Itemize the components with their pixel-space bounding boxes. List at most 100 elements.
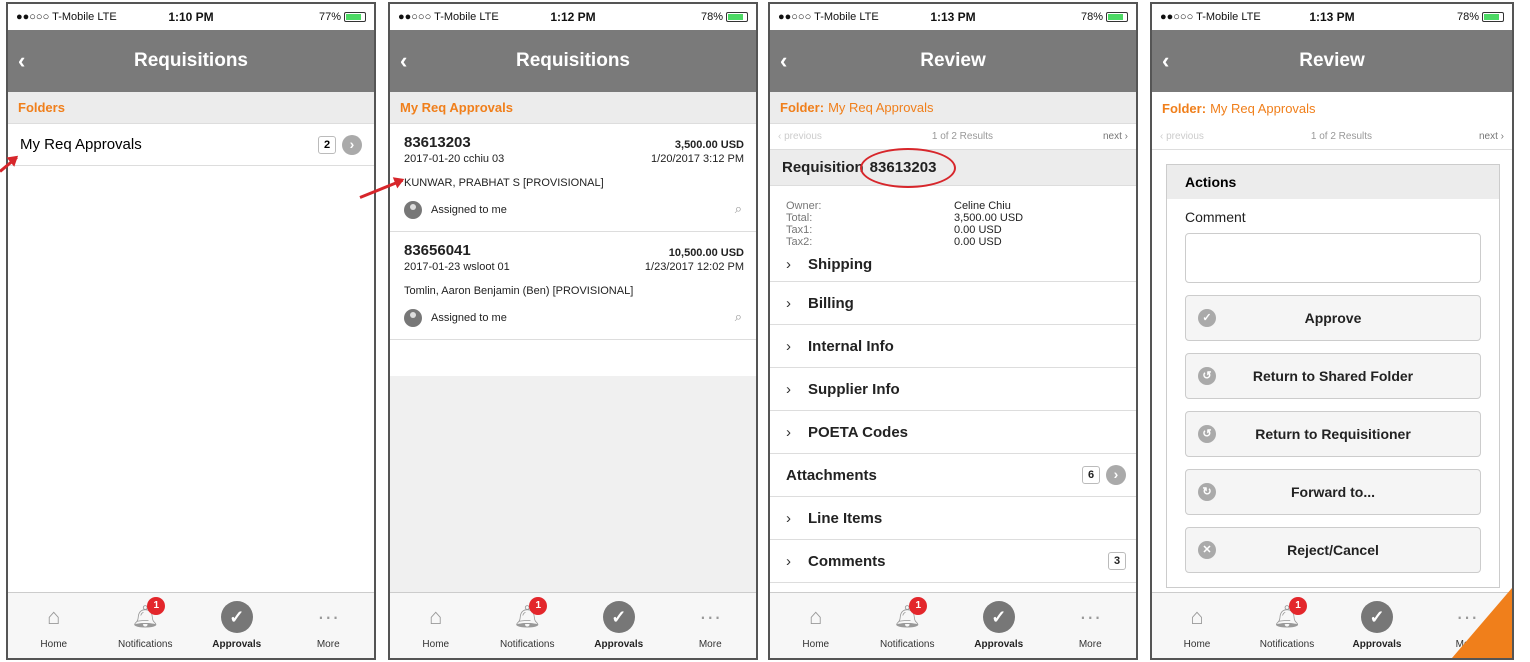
section-comments-label: Comments	[808, 552, 886, 570]
comment-label: Comment	[1185, 209, 1246, 225]
assigned-label: Assigned to me	[431, 204, 507, 216]
tab-home[interactable]: ⌂ Home	[8, 593, 100, 658]
screenshot-stage: ●●○○○ T-Mobile LTE 1:10 PM 77% ‹ Requisi…	[0, 0, 1530, 662]
tab-home-label: Home	[802, 639, 830, 650]
folder-prefix: Folder:	[1162, 100, 1207, 116]
total-value: 3,500.00 USD	[954, 212, 1024, 224]
approve-button[interactable]: ✓ Approve	[1185, 295, 1481, 341]
return-arrow-icon: ↺	[1198, 425, 1216, 443]
comments-count-badge: 3	[1108, 552, 1126, 570]
nav-bar: ‹ Requisitions	[8, 30, 374, 92]
section-header-folders: Folders	[8, 92, 374, 124]
tab-approvals[interactable]: ✓ Approvals	[573, 593, 665, 658]
tab-more[interactable]: ··· More	[283, 593, 375, 658]
forward-to-button[interactable]: ↻ Forward to...	[1185, 469, 1481, 515]
previous-link[interactable]: ‹ previous	[1160, 131, 1204, 142]
page-title: Review	[1299, 50, 1365, 71]
section-comments[interactable]: › Comments 3	[770, 540, 1136, 583]
forward-arrow-icon: ↻	[1198, 483, 1216, 501]
paperclip-icon: ⌕	[734, 201, 742, 216]
tab-approvals[interactable]: ✓ Approvals	[953, 593, 1045, 658]
paperclip-icon: ⌕	[734, 309, 742, 324]
section-supplier-info[interactable]: › Supplier Info	[770, 368, 1136, 411]
pager: ‹ previous 1 of 2 Results next ›	[1152, 124, 1512, 150]
folder-row-my-req-approvals[interactable]: My Req Approvals 2 ›	[8, 124, 374, 166]
section-poeta-codes[interactable]: › POETA Codes	[770, 411, 1136, 454]
tax1-key: Tax1:	[786, 224, 813, 236]
nav-bar: ‹ Review	[770, 30, 1136, 92]
tab-more-label: More	[698, 639, 722, 650]
battery-percent: 78%	[700, 11, 723, 23]
requisitioner-name: Tomlin, Aaron Benjamin (Ben) [PROVISIONA…	[404, 285, 634, 297]
check-circle-icon: ✓	[1198, 309, 1216, 327]
back-chevron-icon[interactable]: ‹	[780, 46, 810, 76]
status-right: 78%	[1008, 11, 1128, 23]
status-right: 77%	[246, 11, 366, 23]
next-link[interactable]: next ›	[1479, 131, 1504, 142]
tab-notifications[interactable]: 🔔︎ 1 Notifications	[100, 593, 192, 658]
back-chevron-icon[interactable]: ‹	[400, 46, 430, 76]
tab-notifications[interactable]: 🔔︎ 1 Notifications	[1242, 593, 1332, 658]
clock: 1:10 PM	[168, 10, 214, 24]
tab-home[interactable]: ⌂ Home	[390, 593, 482, 658]
tab-bar: ⌂ Home 🔔︎ 1 Notifications ✓ Approvals ··…	[770, 592, 1136, 658]
status-right: 78%	[628, 11, 748, 23]
reject-cancel-button[interactable]: ✕ Reject/Cancel	[1185, 527, 1481, 573]
forward-label: Forward to...	[1291, 484, 1375, 500]
reject-label: Reject/Cancel	[1287, 542, 1379, 558]
tab-home[interactable]: ⌂ Home	[1152, 593, 1242, 658]
requisition-list-item[interactable]: 83656041 10,500.00 USD 2017-01-23 wsloot…	[390, 232, 756, 340]
phone-screen-review-details: ●●○○○ T-Mobile LTE 1:13 PM 78% ‹ Review …	[768, 2, 1138, 660]
back-chevron-icon[interactable]: ‹	[1162, 46, 1192, 76]
tab-home[interactable]: ⌂ Home	[770, 593, 862, 658]
return-to-shared-folder-button[interactable]: ↺ Return to Shared Folder	[1185, 353, 1481, 399]
return-to-requisitioner-button[interactable]: ↺ Return to Requisitioner	[1185, 411, 1481, 457]
tab-home-label: Home	[40, 639, 68, 650]
more-dots-icon: ···	[317, 604, 340, 629]
tab-notifications-label: Notifications	[1259, 639, 1315, 650]
phone-screen-requisitions-folders: ●●○○○ T-Mobile LTE 1:10 PM 77% ‹ Requisi…	[6, 2, 376, 660]
assigned-label: Assigned to me	[431, 312, 507, 324]
tab-approvals[interactable]: ✓ Approvals	[1332, 593, 1422, 658]
tab-notifications[interactable]: 🔔︎ 1 Notifications	[862, 593, 954, 658]
tab-approvals[interactable]: ✓ Approvals	[191, 593, 283, 658]
requisition-summary: Owner: Celine Chiu Total: 3,500.00 USD Tax…	[770, 186, 1136, 248]
return-arrow-icon: ↺	[1198, 367, 1216, 385]
chevron-right-icon: ›	[786, 423, 791, 441]
requisition-id: 83656041	[404, 242, 471, 259]
folder-name: My Req Approvals	[828, 100, 934, 115]
carrier-label: ●●○○○ T-Mobile LTE	[398, 11, 499, 23]
tax1-value: 0.00 USD	[954, 224, 1002, 236]
tab-more-label: More	[1078, 639, 1102, 650]
back-chevron-icon[interactable]: ‹	[18, 46, 48, 76]
tab-approvals-label: Approvals	[212, 639, 262, 650]
notification-badge: 1	[529, 597, 548, 615]
tab-notifications[interactable]: 🔔︎ 1 Notifications	[482, 593, 574, 658]
battery-percent: 78%	[1080, 11, 1103, 23]
tab-bar: ⌂ Home 🔔︎ 1 Notifications ✓ Approvals ··…	[390, 592, 756, 658]
user-avatar-icon	[404, 309, 422, 327]
previous-link[interactable]: ‹ previous	[778, 131, 822, 142]
requisition-subtitle: 2017-01-23 wsloot 01	[404, 261, 510, 273]
section-billing[interactable]: › Billing	[770, 282, 1136, 325]
next-link[interactable]: next ›	[1103, 131, 1128, 142]
more-dots-icon: ···	[1079, 604, 1102, 629]
section-shipping[interactable]: › Shipping	[770, 248, 1136, 282]
notification-badge: 1	[1289, 597, 1307, 615]
tab-more[interactable]: ··· More	[1045, 593, 1137, 658]
list-empty-area	[390, 376, 756, 592]
attachments-count-badge: 6	[1082, 466, 1100, 484]
tab-approvals-label: Approvals	[594, 639, 644, 650]
battery-percent: 78%	[1456, 11, 1479, 23]
checkmark-circle-icon: ✓	[982, 601, 1015, 633]
comment-textarea[interactable]	[1185, 233, 1481, 283]
section-internal-info[interactable]: › Internal Info	[770, 325, 1136, 368]
tax2-value: 0.00 USD	[954, 236, 1002, 248]
tab-approvals-label: Approvals	[974, 639, 1024, 650]
folder-header: Folder: My Req Approvals	[1152, 92, 1512, 124]
notification-badge: 1	[909, 597, 928, 615]
tab-more[interactable]: ··· More	[665, 593, 757, 658]
section-line-items[interactable]: › Line Items	[770, 497, 1136, 540]
section-attachments[interactable]: Attachments 6 ›	[770, 454, 1136, 497]
requisition-list-item[interactable]: 83613203 3,500.00 USD 2017-01-20 cchiu 0…	[390, 124, 756, 232]
